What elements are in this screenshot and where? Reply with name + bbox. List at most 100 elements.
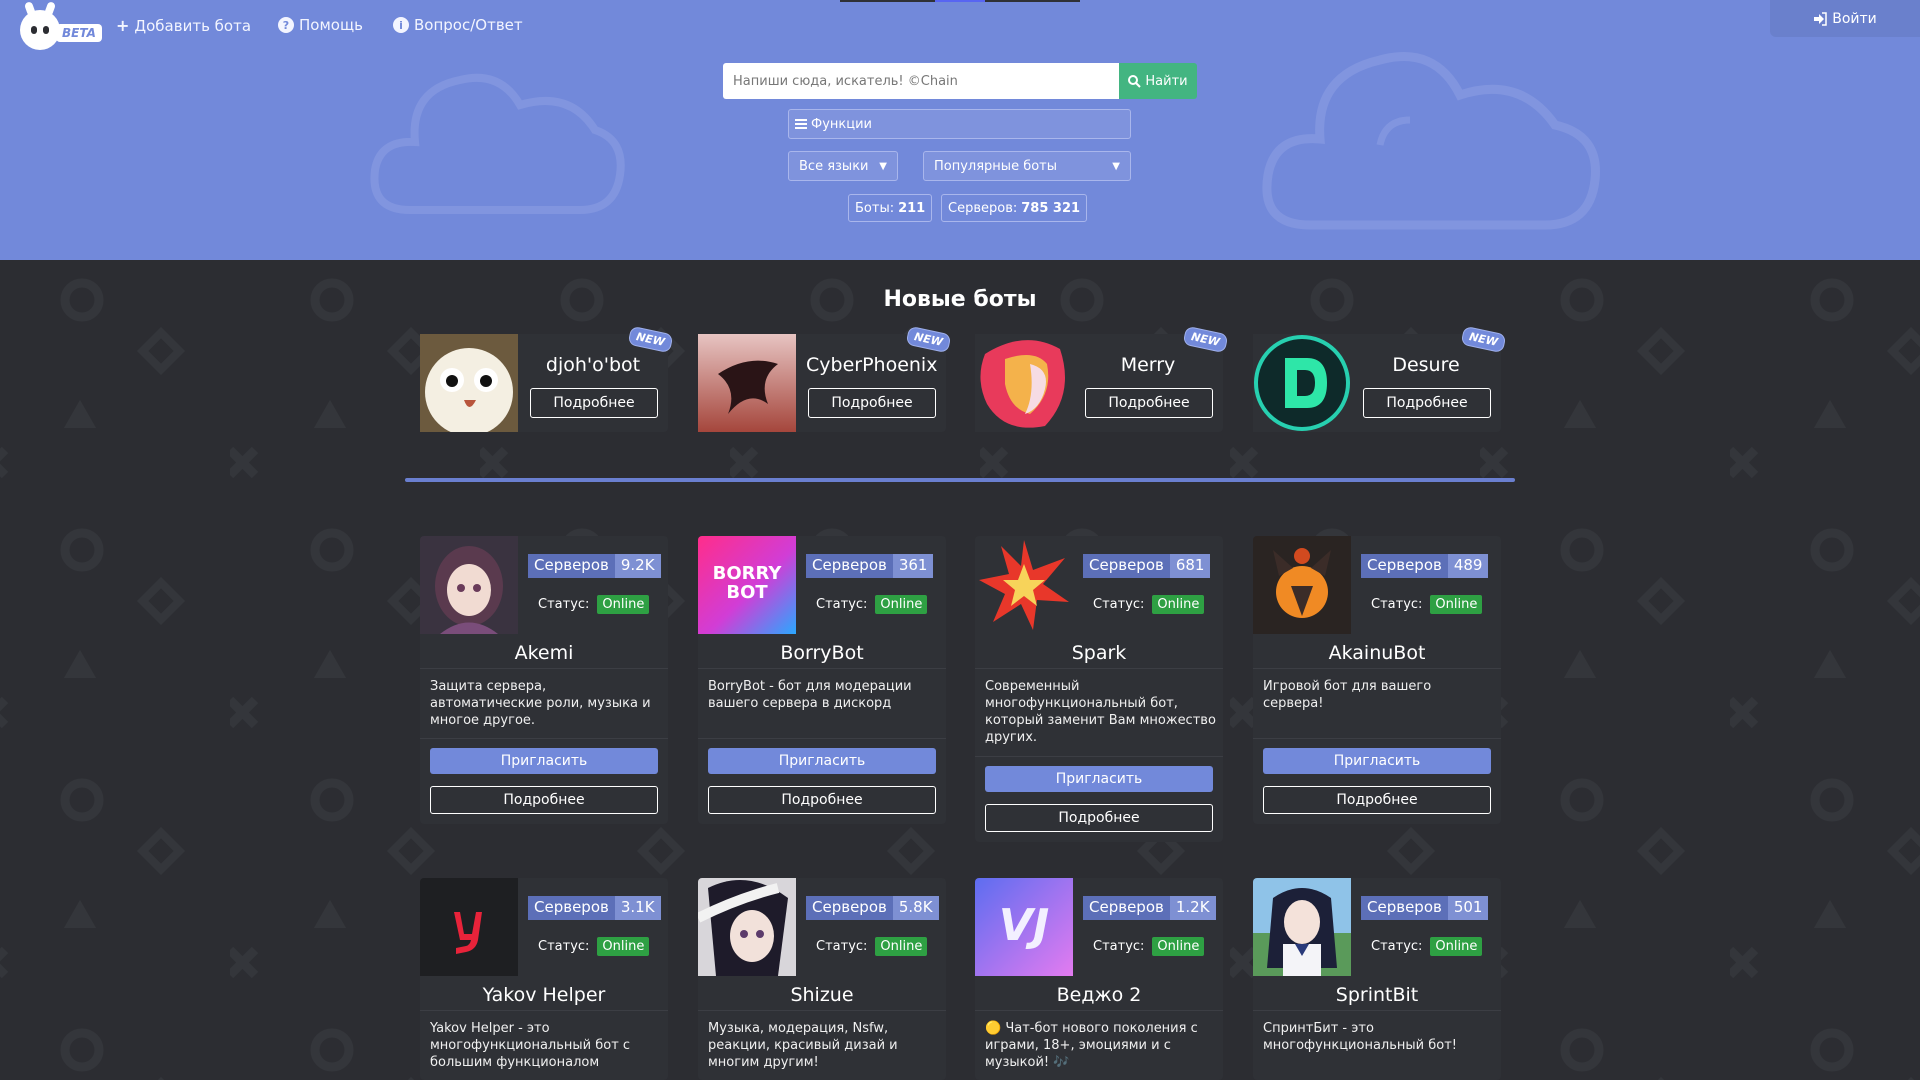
background-pattern bbox=[0, 260, 1920, 1080]
invite-button[interactable]: Пригласить bbox=[1263, 748, 1491, 774]
new-bot-name: Desure bbox=[1392, 354, 1460, 376]
bot-name: Shizue bbox=[790, 984, 854, 1006]
servers-count: Серверов 501 bbox=[1361, 896, 1489, 920]
info-circle-icon: i bbox=[393, 17, 409, 33]
details-button[interactable]: Подробнее bbox=[708, 786, 936, 814]
login-button[interactable]: Войти bbox=[1770, 0, 1920, 37]
servers-count: Серверов 361 bbox=[806, 554, 934, 578]
bots-count-value: 211 bbox=[898, 200, 926, 216]
details-button[interactable]: Подробнее bbox=[1263, 786, 1491, 814]
servers-count: Серверов 681 bbox=[1083, 554, 1211, 578]
borrybot-avatar: BORRY BOT bbox=[698, 536, 796, 634]
status-label: Статус: bbox=[1371, 597, 1423, 612]
servers-value: 9.2K bbox=[614, 554, 661, 578]
search-bar: Найти bbox=[723, 63, 1197, 99]
servers-label: Серверов bbox=[528, 554, 615, 578]
servers-label: Серверов bbox=[806, 554, 893, 578]
nav-add-bot-link[interactable]: + Добавить бота bbox=[116, 16, 251, 35]
status-label: Статус: bbox=[816, 597, 868, 612]
plus-icon: + bbox=[116, 16, 130, 35]
bot-name: Веджо 2 bbox=[1056, 984, 1142, 1006]
bot-card: Серверов 489 Статус: Online AkainuBot Иг… bbox=[1253, 536, 1501, 824]
loading-progress-bar bbox=[840, 0, 1080, 2]
phoenix-avatar bbox=[698, 334, 796, 432]
bot-card: Серверов 3.1K Статус: Online Yakov Helpe… bbox=[420, 878, 668, 1080]
bot-description: Современный многофункциональный бот, кот… bbox=[985, 679, 1216, 745]
invite-button[interactable]: Пригласить bbox=[708, 748, 936, 774]
servers-count: Серверов 1.2K bbox=[1083, 896, 1216, 920]
new-bots-title: Новые боты bbox=[883, 287, 1037, 312]
new-bot-details-button[interactable]: Подробнее bbox=[1085, 388, 1213, 418]
spark-avatar bbox=[975, 536, 1073, 634]
servers-value: 681 bbox=[1169, 554, 1211, 578]
bot-card: BORRY BOT Серверов 361 Статус: Online Bo… bbox=[698, 536, 946, 824]
servers-value: 361 bbox=[892, 554, 934, 578]
bot-status: Статус: Online bbox=[538, 595, 650, 614]
bot-description: Защита сервера, автоматические роли, муз… bbox=[430, 679, 651, 728]
search-button-label: Найти bbox=[1145, 73, 1188, 89]
sort-select-value: Популярные боты bbox=[934, 158, 1058, 174]
sprintbit-avatar bbox=[1253, 878, 1351, 976]
details-button[interactable]: Подробнее bbox=[430, 786, 658, 814]
borrybot-avatar-text: BORRY BOT bbox=[712, 563, 782, 603]
status-label: Статус: bbox=[816, 939, 868, 954]
servers-count-value: 785 321 bbox=[1021, 200, 1081, 216]
cloud-right-decoration bbox=[1262, 52, 1600, 230]
owl-avatar bbox=[420, 334, 518, 432]
bot-name: Yakov Helper bbox=[482, 984, 606, 1006]
bot-name: Spark bbox=[1071, 642, 1127, 664]
new-bot-card: NEW Desure Подробнее bbox=[1253, 325, 1507, 432]
beta-badge: BETA bbox=[56, 24, 102, 42]
servers-label: Серверов bbox=[528, 896, 615, 920]
online-status-badge: Online bbox=[597, 937, 650, 956]
search-input[interactable] bbox=[723, 63, 1119, 99]
akainubot-avatar bbox=[1253, 536, 1351, 634]
status-label: Статус: bbox=[1371, 939, 1423, 954]
nav-faq-link[interactable]: i Вопрос/Ответ bbox=[393, 16, 523, 34]
site-logo[interactable]: BETA bbox=[20, 8, 102, 52]
merry-avatar bbox=[975, 334, 1073, 432]
bots-count-label: Боты: bbox=[855, 200, 895, 216]
bot-name: SprintBit bbox=[1335, 984, 1419, 1006]
svg-text:i: i bbox=[399, 19, 403, 32]
sort-select[interactable]: Популярные боты ▼ bbox=[923, 151, 1131, 181]
vejo-avatar-text: VJ bbox=[998, 900, 1050, 951]
bot-status: Статус: Online bbox=[1371, 937, 1483, 956]
bot-description: BorryBot - бот для модерации вашего серв… bbox=[708, 679, 912, 711]
language-select-value: Все языки bbox=[799, 158, 869, 174]
servers-label: Серверов bbox=[1361, 896, 1448, 920]
servers-label: Серверов bbox=[1361, 554, 1448, 578]
nav-faq-label: Вопрос/Ответ bbox=[414, 16, 523, 34]
functions-toggle[interactable]: Функции bbox=[788, 109, 1131, 139]
servers-value: 5.8K bbox=[892, 896, 939, 920]
chevron-down-icon: ▼ bbox=[879, 160, 887, 172]
nav-help-link[interactable]: ? Помощь bbox=[278, 16, 363, 34]
servers-count-label: Серверов: bbox=[948, 200, 1018, 216]
search-button[interactable]: Найти bbox=[1119, 63, 1197, 99]
online-status-badge: Online bbox=[1152, 937, 1205, 956]
new-bot-details-button[interactable]: Подробнее bbox=[530, 388, 658, 418]
new-bot-details-button[interactable]: Подробнее bbox=[1363, 388, 1491, 418]
hero-header: BETA + Добавить бота ? Помощь i Вопрос/О… bbox=[0, 0, 1920, 260]
online-status-badge: Online bbox=[1430, 937, 1483, 956]
functions-label: Функции bbox=[811, 116, 872, 132]
new-bot-card: NEW djoh'o'bot Подробнее bbox=[420, 325, 674, 432]
servers-label: Серверов bbox=[806, 896, 893, 920]
servers-value: 3.1K bbox=[614, 896, 661, 920]
status-label: Статус: bbox=[1093, 939, 1145, 954]
details-button[interactable]: Подробнее bbox=[985, 804, 1213, 832]
login-label: Войти bbox=[1832, 10, 1877, 27]
language-select[interactable]: Все языки ▼ bbox=[788, 151, 898, 181]
bot-status: Статус: Online bbox=[538, 937, 650, 956]
new-bot-name: djoh'o'bot bbox=[545, 354, 641, 376]
invite-button[interactable]: Пригласить bbox=[985, 766, 1213, 792]
bars-icon bbox=[795, 119, 807, 129]
bot-face-icon bbox=[20, 10, 60, 50]
servers-label: Серверов bbox=[1083, 554, 1170, 578]
new-bot-details-button[interactable]: Подробнее bbox=[808, 388, 936, 418]
bot-card: Серверов 681 Статус: Online Spark Соврем… bbox=[975, 536, 1223, 842]
online-status-badge: Online bbox=[875, 937, 928, 956]
bot-name: BorryBot bbox=[780, 642, 864, 664]
invite-button[interactable]: Пригласить bbox=[430, 748, 658, 774]
status-label: Статус: bbox=[538, 597, 590, 612]
